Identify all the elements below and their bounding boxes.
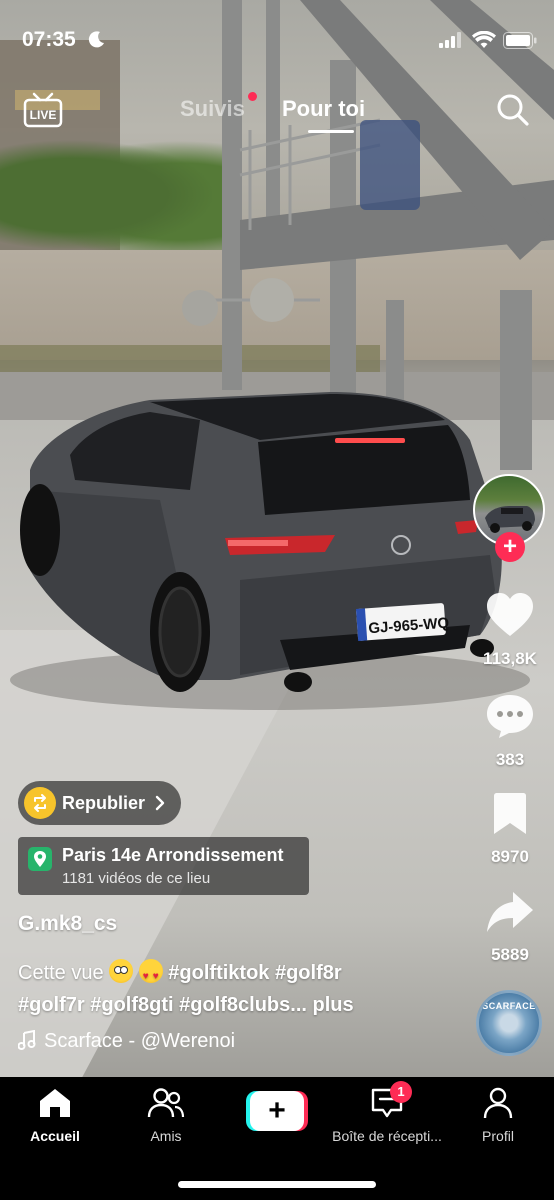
- bookmark-icon: [494, 793, 526, 834]
- repost-icon: [24, 787, 56, 819]
- status-bar: 07:35: [0, 26, 554, 56]
- car-image: GJ-965-WQ: [10, 392, 530, 710]
- tab-home-label: Accueil: [30, 1128, 80, 1144]
- video-caption[interactable]: Cette vue #golftiktok #golf8r #golf7r #g…: [18, 957, 468, 1021]
- caption-more-link[interactable]: plus: [313, 994, 354, 1016]
- home-icon: [40, 1089, 70, 1117]
- tab-following[interactable]: Suivis: [180, 96, 245, 122]
- share-arrow-icon: [487, 892, 533, 932]
- chevron-right-icon: [155, 795, 165, 811]
- save-button[interactable]: 8970: [474, 792, 546, 867]
- top-navigation: LIVE Suivis Pour toi: [0, 92, 554, 133]
- search-button[interactable]: [495, 92, 531, 128]
- heart-icon: [487, 593, 533, 636]
- sound-title: Scarface - @Werenoi: [44, 1030, 236, 1052]
- new-content-dot: [248, 92, 257, 101]
- comment-bubble-icon: [487, 695, 533, 738]
- heart-eyes-emoji-icon: [138, 959, 163, 993]
- status-time: 07:35: [22, 28, 76, 51]
- sound-disc-label: SCARFACE: [482, 1001, 536, 1011]
- location-pin-icon: [28, 847, 52, 871]
- repost-button[interactable]: Republier: [18, 781, 182, 825]
- tab-profile[interactable]: Profil: [443, 1087, 553, 1144]
- tab-inbox[interactable]: 1 Boîte de récepti...: [332, 1081, 442, 1144]
- sound-disc-button[interactable]: SCARFACE: [476, 990, 542, 1056]
- wifi-icon: [472, 31, 496, 48]
- profile-icon: [483, 1087, 513, 1119]
- repost-label: Republier: [62, 792, 146, 813]
- comment-button[interactable]: 383: [474, 693, 546, 770]
- share-count: 5889: [491, 945, 529, 964]
- cellular-signal-icon: [439, 32, 461, 48]
- tab-profile-label: Profil: [482, 1128, 514, 1144]
- like-button[interactable]: 113,8K: [474, 592, 546, 669]
- inbox-notification-badge: 1: [390, 1081, 412, 1103]
- caption-hashtags-line2[interactable]: #golf7r #golf8gti #golf8clubs...: [18, 994, 307, 1016]
- follow-plus-button[interactable]: +: [495, 532, 525, 562]
- live-button[interactable]: LIVE: [22, 92, 64, 128]
- caption-hashtags-line1[interactable]: #golftiktok #golf8r: [168, 962, 341, 984]
- creator-username[interactable]: G.mk8_cs: [18, 912, 117, 936]
- music-note-icon: [17, 1029, 36, 1050]
- save-count: 8970: [491, 847, 529, 866]
- share-button[interactable]: 5889: [474, 890, 546, 965]
- tab-inbox-label: Boîte de récepti...: [332, 1128, 442, 1144]
- friends-icon: [147, 1088, 185, 1118]
- comment-count: 383: [495, 750, 525, 769]
- location-title: Paris 14e Arrondissement: [62, 845, 284, 865]
- sound-link[interactable]: Scarface - @Werenoi: [17, 1029, 236, 1053]
- battery-icon: [503, 32, 537, 49]
- live-label: LIVE: [30, 108, 57, 122]
- like-count: 113,8K: [483, 649, 537, 668]
- tab-for-you[interactable]: Pour toi: [282, 96, 365, 122]
- tab-friends[interactable]: Amis: [111, 1087, 221, 1144]
- create-video-button[interactable]: +: [246, 1091, 308, 1131]
- do-not-disturb-moon-icon: [88, 31, 104, 48]
- creator-avatar-button[interactable]: +: [473, 474, 545, 562]
- location-subtitle: 1181 vidéos de ce lieu: [62, 870, 211, 887]
- caption-text: Cette vue: [18, 962, 104, 984]
- home-indicator: [178, 1181, 376, 1188]
- tab-friends-label: Amis: [150, 1128, 182, 1144]
- plus-icon: +: [250, 1091, 304, 1131]
- location-tag[interactable]: Paris 14e Arrondissement 1181 vidéos de …: [18, 837, 309, 895]
- tab-home[interactable]: Accueil: [0, 1087, 110, 1144]
- flushed-face-emoji-icon: [109, 959, 134, 983]
- active-tab-indicator: [308, 130, 354, 133]
- live-tv-icon: LIVE: [23, 92, 63, 128]
- search-icon: [497, 94, 529, 126]
